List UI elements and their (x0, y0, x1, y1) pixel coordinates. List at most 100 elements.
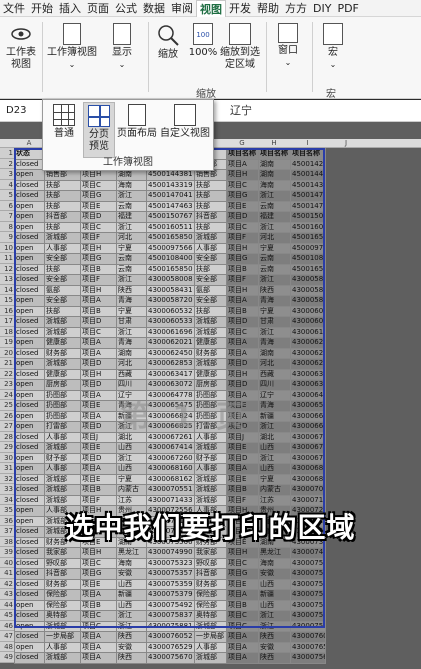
table-cell[interactable]: closed (14, 232, 45, 244)
table-cell[interactable]: closed (14, 400, 45, 412)
table-cell[interactable]: 陕西 (258, 284, 291, 296)
table-cell[interactable]: closed (14, 158, 45, 170)
table-cell[interactable]: 安全部 (44, 295, 81, 307)
table-cell[interactable]: 4300061696 (290, 326, 326, 338)
table-cell[interactable]: 项目A (226, 347, 259, 359)
table-cell[interactable]: open (14, 253, 45, 265)
table-cell[interactable]: 4300075379 (146, 589, 195, 601)
menu-tab[interactable]: 插入 (56, 0, 84, 17)
table-cell[interactable]: 云南 (116, 263, 147, 275)
table-cell[interactable]: 宁夏 (258, 473, 291, 485)
row-number[interactable]: 2 (0, 158, 14, 169)
table-cell[interactable]: 4300061696 (146, 326, 195, 338)
table-cell[interactable]: 项目A (226, 589, 259, 601)
table-cell[interactable]: 浙江 (258, 421, 291, 433)
table-cell[interactable]: 新疆 (116, 589, 147, 601)
table-cell[interactable]: closed (14, 326, 45, 338)
table-cell[interactable]: 打雷部 (44, 421, 81, 433)
table-cell[interactable]: 项目H (226, 547, 259, 559)
row-number[interactable]: 29 (0, 442, 14, 453)
table-cell[interactable]: 扶部 (194, 200, 227, 212)
table-cell[interactable]: 海南 (258, 179, 291, 191)
table-cell[interactable]: 项目D (80, 379, 117, 391)
table-cell[interactable]: 抖音部 (44, 211, 81, 223)
table-cell[interactable]: 4300064778 (290, 389, 326, 401)
table-cell[interactable]: 项目E (226, 578, 259, 590)
table-cell[interactable]: 云南 (116, 253, 147, 265)
table-cell[interactable]: 项目C (80, 221, 117, 233)
table-cell[interactable]: 4300076052 (290, 631, 326, 643)
table-cell[interactable]: 项目A (80, 652, 117, 664)
table-cell[interactable]: closed (14, 494, 45, 506)
row-number[interactable]: 4 (0, 179, 14, 190)
table-cell[interactable]: 一步局部 (194, 631, 227, 643)
table-cell[interactable]: 项目A (80, 463, 117, 475)
table-cell[interactable]: 浙江 (116, 274, 147, 286)
table-cell[interactable]: 4500143319 (290, 179, 326, 191)
table-cell[interactable]: 4300075837 (290, 610, 326, 622)
table-cell[interactable]: 4300071433 (146, 494, 195, 506)
table-cell[interactable]: 浙城部 (44, 494, 81, 506)
table-cell[interactable]: 项目D (226, 379, 259, 391)
table-cell[interactable]: closed (14, 578, 45, 590)
zoom-to-selection-button[interactable]: 缩放到选定区域 (220, 23, 260, 71)
column-header[interactable]: A (14, 139, 44, 148)
table-cell[interactable]: 浙城部 (194, 484, 227, 496)
table-cell[interactable]: 4500142819 (290, 158, 326, 170)
table-cell[interactable]: 人事部 (44, 463, 81, 475)
table-cell[interactable]: 4500097566 (290, 242, 326, 254)
table-cell[interactable]: 湖南 (258, 158, 291, 170)
table-row[interactable]: open浙城部项目C浙江4300075881浙城部项目C浙江4300075881 (14, 620, 326, 632)
row-number[interactable]: 25 (0, 400, 14, 411)
table-cell[interactable]: 浙江 (258, 190, 291, 202)
table-cell[interactable]: 浙城部 (44, 326, 81, 338)
table-cell[interactable]: open (14, 295, 45, 307)
table-cell[interactable]: 4300076052 (146, 631, 195, 643)
header-cell[interactable]: 状态 (14, 148, 45, 160)
row-number[interactable]: 34 (0, 494, 14, 505)
row-number[interactable]: 32 (0, 473, 14, 484)
table-cell[interactable]: 4500147463 (290, 200, 326, 212)
table-cell[interactable]: 健康部 (194, 337, 227, 349)
table-cell[interactable]: 4300066825 (290, 421, 326, 433)
table-cell[interactable]: 人事部 (194, 242, 227, 254)
table-row[interactable]: open人事部项目A安徽4300076529人事部项目A安徽4300076529 (14, 641, 326, 653)
table-row[interactable]: open扶部项目B宁夏4300060532扶部项目B宁夏4300060532 (14, 305, 326, 317)
table-cell[interactable]: 人事部 (44, 242, 81, 254)
table-row[interactable]: closed健康部项目H西藏4300063417健康部项目H西藏43000634… (14, 368, 326, 380)
row-number[interactable]: 17 (0, 316, 14, 327)
table-cell[interactable]: 4300074990 (146, 547, 195, 559)
menu-tab[interactable]: 审阅 (168, 0, 196, 17)
table-cell[interactable]: 浙江 (116, 452, 147, 464)
table-cell[interactable]: 云南 (116, 200, 147, 212)
table-cell[interactable]: 人事部 (44, 641, 81, 653)
table-row[interactable]: open安全部项目G云南4500108400安全部项目G云南4500108400 (14, 253, 326, 265)
table-cell[interactable]: 扔图部 (44, 389, 81, 401)
table-cell[interactable]: 项目H (226, 368, 259, 380)
table-cell[interactable]: 项目C (226, 221, 259, 233)
table-cell[interactable]: open (14, 221, 45, 233)
table-cell[interactable]: 浙城部 (194, 442, 227, 454)
table-cell[interactable]: 抖音部 (44, 568, 81, 580)
table-row[interactable]: closed安全部项目F浙江4300058008安全部项目F浙江43000580… (14, 274, 326, 286)
table-cell[interactable]: 财务部 (194, 578, 227, 590)
table-cell[interactable]: 项目D (226, 316, 259, 328)
table-row[interactable]: open扶部项目E云南4500147463扶部项目E云南4500147463 (14, 200, 326, 212)
table-cell[interactable]: 陕西 (116, 284, 147, 296)
table-cell[interactable]: 浙城部 (194, 652, 227, 664)
table-row[interactable]: closed浙城部项目E山西4300067414浙城部项目E山西43000674… (14, 442, 326, 454)
table-cell[interactable]: 宁夏 (116, 473, 147, 485)
row-number[interactable]: 7 (0, 211, 14, 222)
table-cell[interactable]: 浙城部 (44, 484, 81, 496)
table-cell[interactable]: 项目D (80, 316, 117, 328)
row-number[interactable]: 9 (0, 232, 14, 243)
table-cell[interactable]: 新疆 (258, 410, 291, 422)
table-cell[interactable]: 4300058431 (290, 284, 326, 296)
table-cell[interactable]: 扔图部 (44, 400, 81, 412)
table-cell[interactable]: 财务部 (44, 347, 81, 359)
table-cell[interactable]: 安全部 (44, 274, 81, 286)
table-cell[interactable]: 浙城部 (194, 232, 227, 244)
table-cell[interactable]: 项目F (226, 494, 259, 506)
table-cell[interactable]: 4500147041 (290, 190, 326, 202)
table-cell[interactable]: 浙江 (116, 620, 147, 632)
